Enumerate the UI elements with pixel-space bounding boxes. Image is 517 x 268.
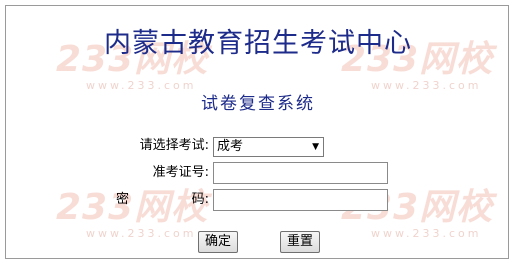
- ticket-number-input[interactable]: [213, 162, 388, 184]
- watermark-url: www.233.com: [371, 79, 482, 92]
- exam-type-label: 请选择考试:: [139, 138, 209, 153]
- page-subtitle: 试卷复查系统: [201, 94, 315, 114]
- main-panel: 233网校 www.233.com 233网校 www.233.com 233网…: [5, 5, 509, 259]
- page-title: 内蒙古教育招生考试中心: [104, 28, 412, 59]
- password-label-first-char: 密: [116, 192, 130, 207]
- exam-type-select[interactable]: 成考 ▼: [213, 137, 324, 157]
- reset-button[interactable]: 重置: [280, 231, 321, 253]
- dropdown-arrow-icon: ▼: [312, 142, 319, 152]
- password-label-rest: 码:: [191, 192, 209, 207]
- ticket-number-label: 准考证号:: [152, 165, 209, 180]
- exam-type-selected-value: 成考: [217, 139, 244, 154]
- watermark-url: www.233.com: [86, 227, 197, 240]
- password-input[interactable]: [213, 189, 388, 211]
- confirm-button[interactable]: 确定: [198, 231, 239, 253]
- watermark-url: www.233.com: [371, 227, 482, 240]
- watermark-url: www.233.com: [86, 79, 197, 92]
